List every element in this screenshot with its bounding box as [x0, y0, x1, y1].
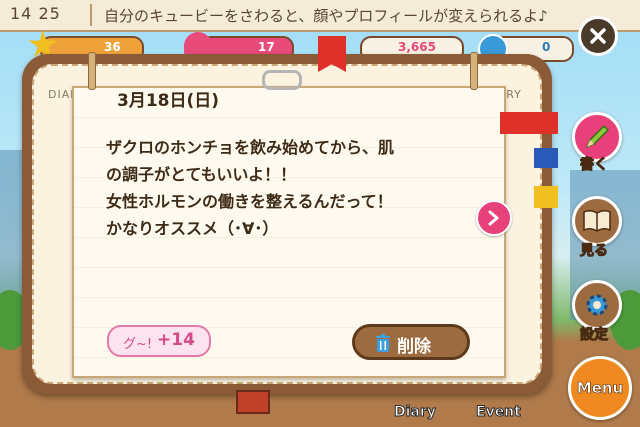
entry-date: 3月18日(日) [117, 91, 220, 111]
close-button[interactable] [578, 16, 618, 56]
stat-value: 17 [258, 40, 275, 54]
entry-line: 女性ホルモンの働きを整えるんだって！ [106, 192, 393, 211]
menu-label: Menu [576, 379, 624, 398]
ticker-message: 自分のキュービーをさわると、顔やプロフィールが変えられるよ♪ [104, 7, 548, 25]
event-tab-label[interactable]: Event [476, 404, 522, 421]
menu-button[interactable]: Menu [568, 356, 632, 420]
binder-ring [470, 52, 478, 90]
diary-tab-label[interactable]: Diary [394, 404, 437, 421]
settings-button[interactable] [572, 280, 622, 330]
next-entry-button[interactable] [476, 200, 512, 236]
like-prefix: グ~! [123, 337, 153, 352]
like-button[interactable]: グ~! +14 [107, 325, 211, 357]
binder-ring [88, 52, 96, 90]
close-icon [590, 28, 606, 44]
pencil-icon [585, 124, 610, 149]
stat-value: 36 [104, 40, 121, 54]
clock: 14 25 [10, 4, 61, 23]
chevron-right-icon [488, 210, 499, 226]
paper-clip [262, 70, 302, 90]
delete-button[interactable]: 削除 [352, 324, 470, 360]
entry-line: かなりオススメ（･∀･） [106, 219, 279, 238]
view-button[interactable] [572, 196, 622, 246]
entry-line: ザクロのホンチョを飲み始めてから、肌 [106, 138, 395, 157]
ticker-divider [90, 4, 92, 26]
gear-icon [586, 294, 608, 316]
heart-icon [184, 32, 212, 56]
like-count: +14 [157, 330, 195, 350]
color-ribbon-blue [534, 148, 558, 168]
color-ribbon-yellow [534, 186, 558, 208]
trash-icon [376, 334, 390, 352]
write-label: 書く [580, 157, 609, 174]
delete-label: 削除 [397, 337, 431, 357]
stat-value: 0 [542, 40, 551, 54]
mailbox-icon [236, 390, 270, 414]
entry-body: ザクロのホンチョを飲み始めてから、肌 の調子がとてもいいよ！！ 女性ホルモンの働… [106, 134, 466, 242]
color-ribbon-red [500, 112, 558, 134]
stat-value: 3,665 [398, 40, 436, 54]
view-label: 見る [580, 243, 609, 260]
settings-label: 設定 [580, 327, 609, 344]
entry-line: の調子がとてもいいよ！！ [106, 165, 297, 184]
ticker-bar: 14 25 自分のキュービーをさわると、顔やプロフィールが変えられるよ♪ [0, 0, 640, 32]
book-icon [583, 209, 611, 232]
